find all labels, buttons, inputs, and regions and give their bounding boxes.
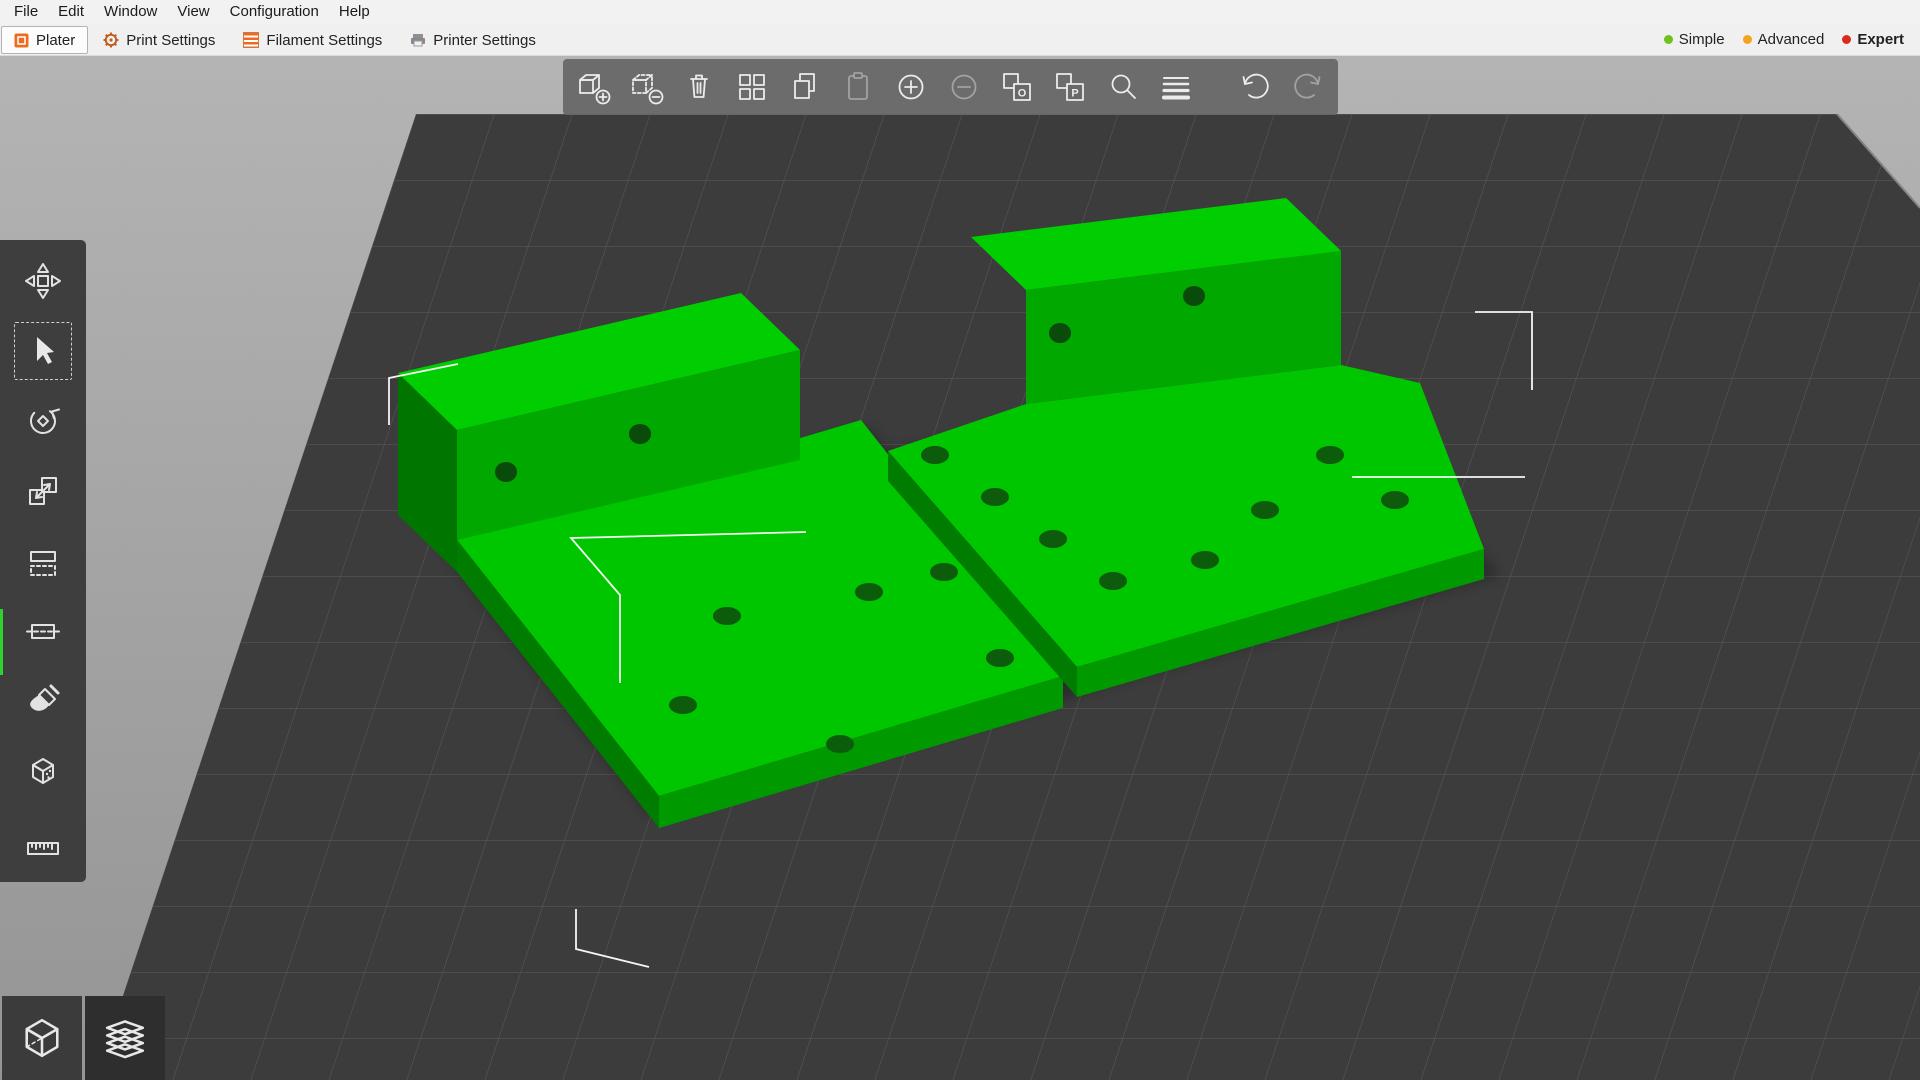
delete-object-icon bbox=[626, 67, 666, 107]
copy-button[interactable] bbox=[783, 65, 827, 109]
split-to-objects-icon: O bbox=[997, 67, 1037, 107]
left-toolbar bbox=[0, 240, 86, 882]
menu-item-view[interactable]: View bbox=[167, 0, 219, 24]
delete-object-button[interactable] bbox=[624, 65, 668, 109]
add-object-button[interactable] bbox=[571, 65, 615, 109]
rotate-tool-button[interactable] bbox=[14, 392, 72, 450]
split-to-parts-button[interactable]: P bbox=[1048, 65, 1092, 109]
add-object-icon bbox=[573, 67, 613, 107]
mode-label: Advanced bbox=[1758, 31, 1825, 48]
place-on-face-tool-button[interactable] bbox=[14, 532, 72, 590]
redo-icon bbox=[1288, 67, 1328, 107]
measure-tool-button[interactable] bbox=[14, 812, 72, 870]
top-toolbar: O P bbox=[563, 59, 1338, 115]
seam-cube-icon bbox=[21, 749, 65, 793]
place-on-face-icon bbox=[21, 539, 65, 583]
select-cursor-icon bbox=[21, 329, 65, 373]
view-switch bbox=[2, 996, 165, 1080]
mode-advanced[interactable]: Advanced bbox=[1739, 31, 1829, 48]
scale-icon bbox=[21, 469, 65, 513]
bed-y-axis-line bbox=[0, 609, 3, 675]
advanced-mode-dot bbox=[1743, 35, 1752, 44]
seam-tool-button[interactable] bbox=[14, 742, 72, 800]
mode-switcher: Simple Advanced Expert bbox=[1660, 31, 1920, 48]
search-icon bbox=[1103, 67, 1143, 107]
redo-button[interactable] bbox=[1286, 65, 1330, 109]
expert-mode-dot bbox=[1842, 35, 1851, 44]
select-tool-button[interactable] bbox=[14, 322, 72, 380]
remove-instance-icon bbox=[944, 67, 984, 107]
paste-icon bbox=[838, 67, 878, 107]
variable-layer-height-icon bbox=[1156, 67, 1196, 107]
arrange-button[interactable] bbox=[730, 65, 774, 109]
tab-printer-settings[interactable]: Printer Settings bbox=[397, 26, 549, 54]
tab-label: Print Settings bbox=[126, 32, 215, 49]
remove-instance-button[interactable] bbox=[942, 65, 986, 109]
sliced-layers-icon bbox=[97, 1010, 153, 1066]
printer-settings-icon bbox=[410, 33, 426, 47]
mode-expert[interactable]: Expert bbox=[1838, 31, 1908, 48]
paint-tool-button[interactable] bbox=[14, 672, 72, 730]
search-button[interactable] bbox=[1101, 65, 1145, 109]
tab-label: Printer Settings bbox=[433, 32, 536, 49]
trash-icon bbox=[679, 67, 719, 107]
menu-item-window[interactable]: Window bbox=[94, 0, 167, 24]
svg-text:O: O bbox=[1018, 88, 1027, 100]
variable-layer-height-button[interactable] bbox=[1154, 65, 1198, 109]
paint-brush-icon bbox=[21, 679, 65, 723]
3d-editor-view-button[interactable] bbox=[2, 996, 82, 1080]
tab-label: Plater bbox=[36, 32, 75, 49]
mode-simple[interactable]: Simple bbox=[1660, 31, 1729, 48]
delete-all-button[interactable] bbox=[677, 65, 721, 109]
measure-ruler-icon bbox=[21, 819, 65, 863]
undo-icon bbox=[1235, 67, 1275, 107]
preview-sliced-view-button[interactable] bbox=[85, 996, 165, 1080]
cut-icon bbox=[21, 609, 65, 653]
menu-item-edit[interactable]: Edit bbox=[48, 0, 94, 24]
tab-print-settings[interactable]: Print Settings bbox=[90, 26, 228, 54]
split-to-parts-icon: P bbox=[1050, 67, 1090, 107]
filament-settings-icon bbox=[243, 32, 259, 48]
mode-label: Simple bbox=[1679, 31, 1725, 48]
mode-label: Expert bbox=[1857, 31, 1904, 48]
rotate-icon bbox=[21, 399, 65, 443]
undo-button[interactable] bbox=[1233, 65, 1277, 109]
cut-tool-button[interactable] bbox=[14, 602, 72, 660]
split-to-objects-button[interactable]: O bbox=[995, 65, 1039, 109]
print-settings-icon bbox=[103, 32, 119, 48]
plater-icon bbox=[14, 33, 29, 48]
tab-bar: Plater Print Settings Filament Settings … bbox=[0, 24, 1920, 56]
move-tool-button[interactable] bbox=[14, 252, 72, 310]
menu-item-help[interactable]: Help bbox=[329, 0, 380, 24]
svg-text:P: P bbox=[1071, 88, 1078, 100]
tab-filament-settings[interactable]: Filament Settings bbox=[230, 26, 395, 54]
copy-icon bbox=[785, 67, 825, 107]
add-instance-icon bbox=[891, 67, 931, 107]
paste-button[interactable] bbox=[836, 65, 880, 109]
menu-item-configuration[interactable]: Configuration bbox=[220, 0, 329, 24]
menu-bar: File Edit Window View Configuration Help bbox=[0, 0, 1920, 24]
tab-label: Filament Settings bbox=[266, 32, 382, 49]
tab-plater[interactable]: Plater bbox=[1, 26, 88, 54]
simple-mode-dot bbox=[1664, 35, 1673, 44]
viewport-canvas[interactable] bbox=[0, 56, 1920, 1080]
3d-cube-icon bbox=[14, 1010, 70, 1066]
arrange-icon bbox=[732, 67, 772, 107]
move-icon bbox=[21, 259, 65, 303]
viewport: O P bbox=[0, 56, 1920, 1080]
menu-item-file[interactable]: File bbox=[4, 0, 48, 24]
add-instance-button[interactable] bbox=[889, 65, 933, 109]
scale-tool-button[interactable] bbox=[14, 462, 72, 520]
